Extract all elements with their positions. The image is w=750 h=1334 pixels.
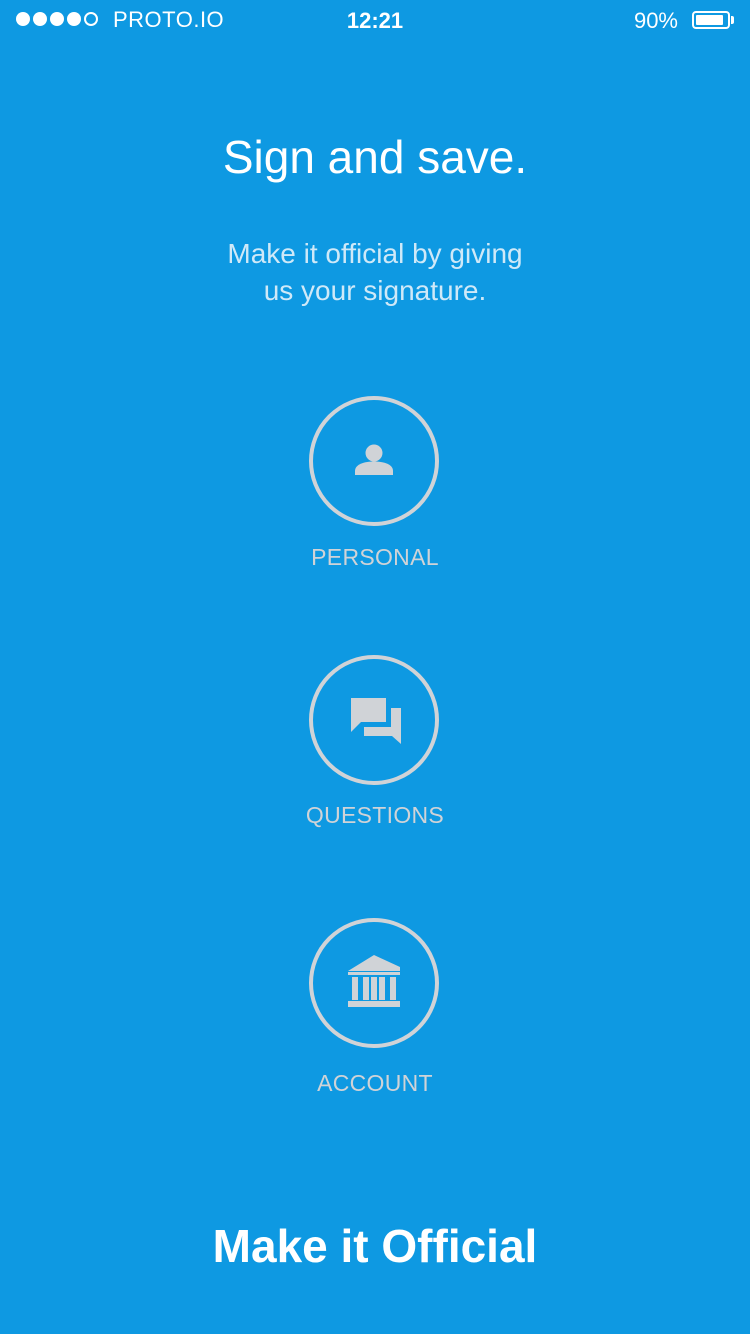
- chat-icon: [351, 698, 401, 744]
- personal-label: PERSONAL: [311, 544, 439, 570]
- person-icon: [355, 444, 393, 475]
- page-title: Sign and save.: [222, 131, 528, 183]
- make-official-button[interactable]: Make it Official: [150, 1216, 600, 1276]
- account-option[interactable]: ACCOUNT: [225, 918, 525, 1108]
- battery-level: [696, 15, 723, 25]
- account-label: ACCOUNT: [317, 1070, 433, 1096]
- account-circle[interactable]: [309, 918, 439, 1048]
- bank-icon: [348, 955, 400, 1007]
- questions-circle[interactable]: [309, 655, 439, 785]
- battery-icon: [692, 11, 730, 29]
- battery-tip: [731, 16, 734, 24]
- battery-percentage: 90%: [633, 8, 678, 33]
- personal-circle[interactable]: [309, 396, 439, 526]
- status-bar: PROTO.IO 12:21 90%: [0, 0, 750, 40]
- questions-label: QUESTIONS: [305, 802, 445, 828]
- questions-option[interactable]: QUESTIONS: [225, 655, 525, 845]
- page-subtitle: Make it official by giving us your signa…: [227, 238, 523, 306]
- personal-option[interactable]: PERSONAL: [225, 396, 525, 586]
